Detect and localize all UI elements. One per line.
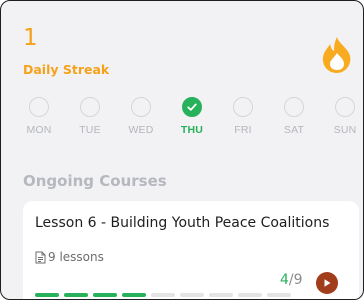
day-label: WED [128,124,154,136]
progress-segment [267,293,291,297]
day-thu: THU [168,97,216,136]
course-card[interactable]: Lesson 6 - Building Youth Peace Coalitio… [23,201,359,299]
day-tue: TUE [66,97,114,136]
section-title: Ongoing Courses [23,172,167,190]
app-screen: 1 Daily Streak MON TUE WED THU FRI SAT S… [0,0,364,300]
day-wed: WED [117,97,165,136]
progress-segment [122,293,146,297]
day-status-circle [29,97,49,117]
day-status-circle [335,97,355,117]
progress-segment [180,293,204,297]
play-button[interactable] [316,272,338,294]
streak-label: Daily Streak [23,62,110,77]
day-sun: SUN [321,97,363,136]
streak-count: 1 [23,25,38,51]
week-day-tracker: MON TUE WED THU FRI SAT SUN [15,97,363,141]
day-status-circle [80,97,100,117]
progress-segment [64,293,88,297]
progress-total: /9 [288,272,303,288]
document-icon [35,251,46,263]
day-status-circle [131,97,151,117]
progress-segment [35,293,59,297]
day-mon: MON [15,97,63,136]
day-label: THU [180,124,204,136]
day-label: TUE [79,124,101,136]
day-label: SAT [283,124,305,136]
lesson-count-label: 9 lessons [48,250,104,264]
progress-segment [209,293,233,297]
lesson-count: 9 lessons [35,250,104,264]
progress-segment [238,293,262,297]
day-label: SUN [333,124,357,136]
lesson-progress-bar [35,293,315,297]
check-icon [182,97,202,117]
day-label: MON [26,124,52,136]
day-status-circle [233,97,253,117]
progress-completed: 4 [280,272,289,288]
day-sat: SAT [270,97,318,136]
day-label: FRI [234,124,252,136]
play-icon [324,279,331,287]
flame-icon [317,35,357,75]
day-fri: FRI [219,97,267,136]
progress-segment [151,293,175,297]
progress-count: 4/9 [280,272,303,288]
course-title: Lesson 6 - Building Youth Peace Coalitio… [35,215,330,231]
day-status-circle [284,97,304,117]
progress-segment [93,293,117,297]
